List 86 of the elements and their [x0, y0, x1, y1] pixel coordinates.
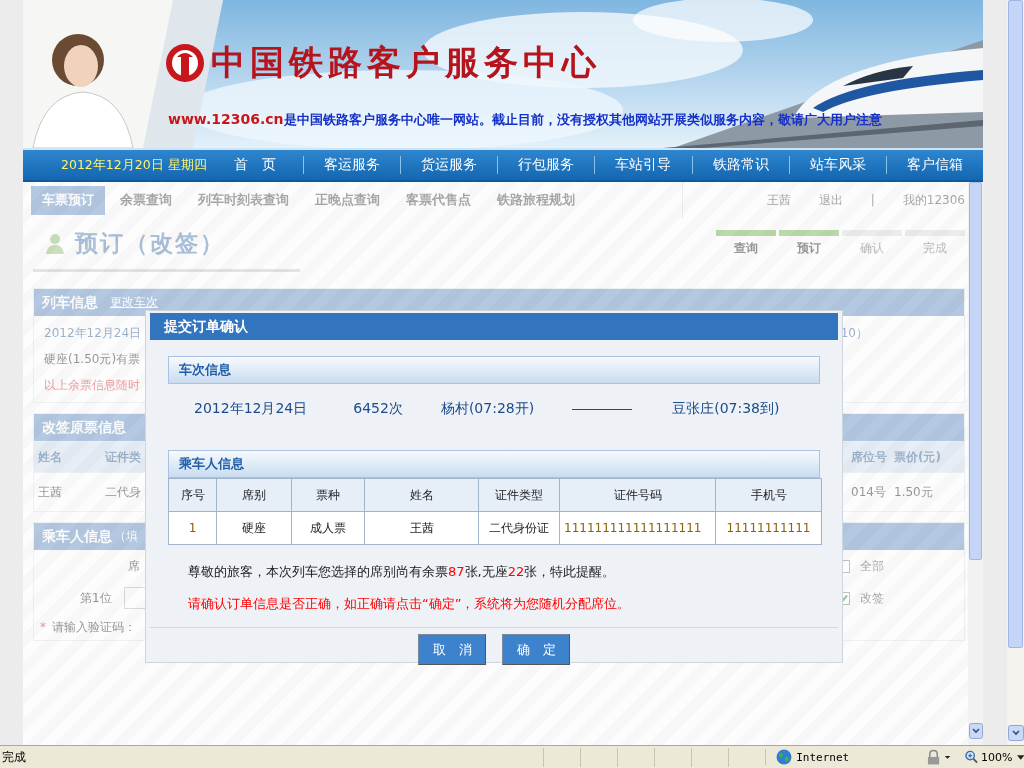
globe-icon — [776, 749, 793, 765]
table-header: 姓名 — [37, 448, 63, 466]
passenger-position: 第1位 — [80, 589, 112, 607]
step-label: 确认 — [860, 240, 884, 257]
nav-link[interactable]: 站车风采 — [788, 156, 886, 174]
nav-link[interactable]: 首 页 — [206, 156, 303, 174]
scroll-down-icon[interactable] — [969, 723, 983, 739]
table-cell: 成人票 — [291, 511, 365, 545]
nav-link[interactable]: 铁路常识 — [691, 156, 789, 174]
train-number: 6452次 — [353, 400, 403, 418]
status-text: 完成 — [2, 748, 27, 766]
section-title: 改签原票信息 — [42, 418, 126, 437]
table-cell: 1 — [168, 511, 217, 545]
train-date: 2012年12月24日 — [194, 400, 308, 418]
zoom-level[interactable]: 100% — [981, 750, 1017, 764]
security-zone: Internet — [796, 750, 850, 764]
section-title: 乘车人信息 — [42, 527, 112, 546]
dialog-button[interactable]: 取 消 — [418, 634, 486, 665]
table-header: 证件类型 — [478, 478, 560, 512]
captcha-label: 请输入验证码： — [52, 618, 136, 636]
table-header: 姓名 — [364, 478, 479, 512]
nav-tab[interactable]: 客票代售点 — [395, 185, 482, 215]
remaining-tickets-message: 尊敬的旅客，本次列车您选择的席别尚有余票87张,无座22张，特此提醒。 — [188, 563, 617, 581]
lock-icon[interactable] — [926, 749, 952, 765]
table-cell: 硬座 — [216, 511, 292, 545]
zoom-icon[interactable] — [965, 750, 979, 764]
railway-emblem-icon — [165, 43, 205, 83]
checkbox-label: 改签 — [860, 589, 884, 607]
table-header: 票种 — [291, 478, 365, 512]
separator-text: | — [870, 193, 875, 207]
table-cell: 111111111111111111 — [559, 511, 716, 545]
dialog-button[interactable]: 确 定 — [502, 634, 570, 665]
table-cell-text: 二代身 — [104, 483, 142, 501]
logout-link[interactable]: 退出 — [818, 191, 843, 209]
user-name: 王茜 — [766, 191, 791, 209]
required-mark: * — [40, 620, 46, 634]
nav-tab[interactable]: 正晚点查询 — [304, 185, 391, 215]
table-cell: 王茜 — [364, 511, 479, 545]
table-cell-text: 王茜 — [37, 483, 63, 501]
page-title: 预订（改签） — [75, 229, 225, 258]
table-cell-text: 014号 — [850, 483, 887, 501]
seat-availability: 硬座(1.50元)有票 — [44, 350, 141, 368]
table-header: 证件类 — [104, 448, 142, 466]
step-label: 预订 — [797, 240, 821, 257]
table-header: 票价(元) — [893, 448, 942, 466]
section-title: 列车信息 — [42, 293, 98, 312]
table-header: 席位号 — [850, 448, 888, 466]
table-header: 证件号码 — [559, 478, 716, 512]
nav-link[interactable]: 客户信箱 — [885, 156, 983, 174]
current-date: 2012年12月20日 星期四 — [60, 156, 207, 174]
availability-warning: 以上余票信息随时 — [44, 376, 140, 394]
nav-link[interactable]: 货运服务 — [400, 156, 498, 174]
nav-link[interactable]: 客运服务 — [302, 156, 401, 174]
departure-station: 杨村(07:28开) — [440, 400, 535, 418]
scrollbar[interactable] — [968, 182, 983, 745]
step-label: 查询 — [734, 240, 758, 257]
table-cell: 11111111111 — [715, 511, 822, 545]
table-header: 序号 — [168, 478, 217, 512]
nav-tab[interactable]: 铁路旅程规划 — [486, 185, 586, 215]
account-link[interactable]: 我的12306 — [902, 191, 965, 209]
section-note: （填 — [114, 528, 138, 545]
table-cell: 二代身份证 — [478, 511, 560, 545]
section-title: 车次信息 — [179, 361, 231, 379]
scrollbar-thumb[interactable] — [969, 182, 982, 560]
confirm-instruction: 请确认订单信息是否正确，如正确请点击“确定”，系统将为您随机分配席位。 — [188, 595, 632, 613]
seat-label: 席 — [128, 557, 140, 575]
table-header: 手机号 — [715, 478, 822, 512]
checkbox-label: 全部 — [860, 557, 884, 575]
scroll-down-icon[interactable] — [1008, 725, 1024, 741]
nav-tab[interactable]: 列车时刻表查询 — [187, 185, 300, 215]
person-icon — [45, 232, 65, 255]
nav-link[interactable]: 行包服务 — [497, 156, 595, 174]
scrollbar-thumb[interactable] — [1008, 0, 1023, 648]
nav-link[interactable]: 车站引导 — [594, 156, 692, 174]
caret-icon[interactable] — [1016, 754, 1024, 760]
dialog-title: 提交订单确认 — [150, 313, 838, 340]
section-title: 乘车人信息 — [179, 455, 244, 473]
table-header: 席别 — [216, 478, 292, 512]
nav-tab[interactable]: 余票查询 — [109, 185, 183, 215]
train-date: 2012年12月24日 — [44, 324, 142, 342]
arrival-station: 豆张庄(07:38到) — [672, 400, 780, 418]
site-logo-title: 中国铁路客户服务中心 — [211, 41, 601, 84]
route-line — [572, 408, 633, 410]
scrollbar[interactable] — [1007, 0, 1024, 745]
step-label: 完成 — [923, 240, 947, 257]
table-cell-text: 1.50元 — [893, 483, 934, 501]
